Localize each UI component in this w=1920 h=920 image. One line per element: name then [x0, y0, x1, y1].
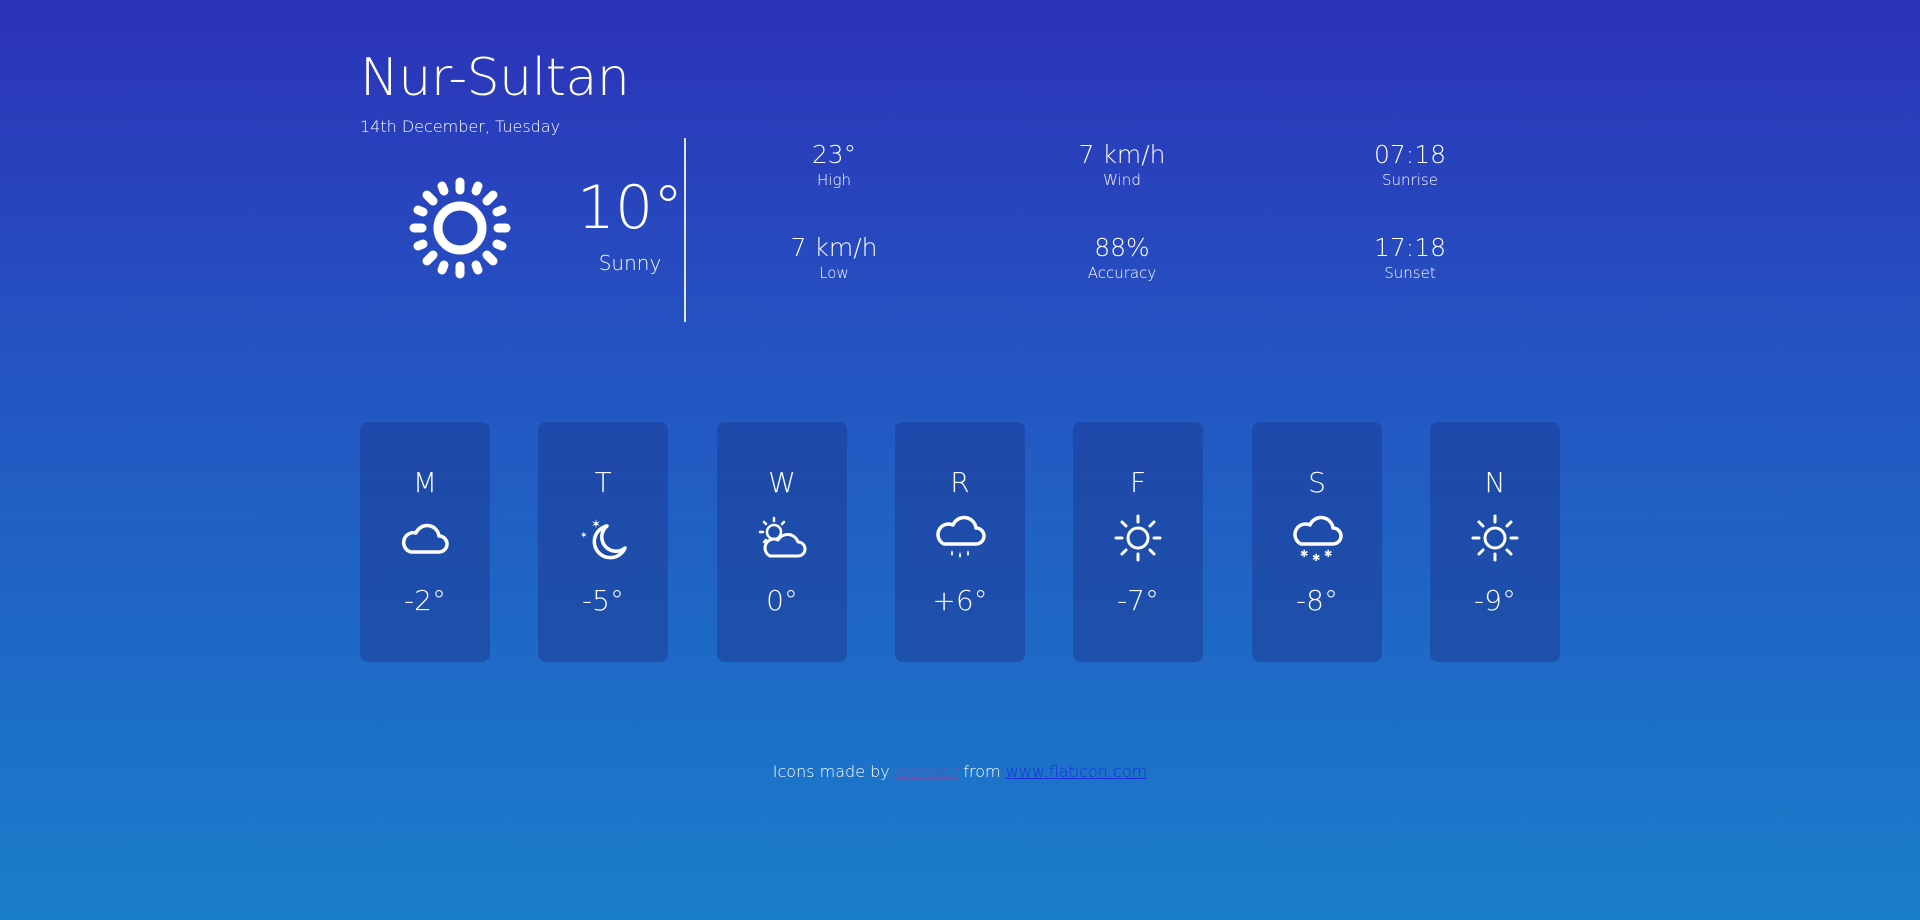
- stat-accuracy: 88% Accuracy: [1022, 233, 1222, 283]
- forecast-temp: +6°: [932, 584, 988, 617]
- footer-prefix: Icons made by: [772, 762, 890, 781]
- forecast-card-friday[interactable]: F -7°: [1073, 422, 1203, 662]
- forecast-card-wednesday[interactable]: W 0°: [717, 422, 847, 662]
- stat-low: 7 km/h Low: [734, 233, 934, 283]
- stat-wind: 7 km/h Wind: [1022, 140, 1222, 190]
- forecast-temp: -2°: [404, 584, 446, 617]
- forecast-card-thursday[interactable]: R +6°: [895, 422, 1025, 662]
- forecast-card-monday[interactable]: M -2°: [360, 422, 490, 662]
- stat-label: Sunrise: [1382, 171, 1438, 189]
- forecast-temp: -9°: [1474, 584, 1516, 617]
- svg-text:✱: ✱: [1312, 553, 1320, 564]
- stat-sunset: 17:18 Sunset: [1310, 233, 1510, 283]
- current-condition: Sunny: [598, 251, 662, 275]
- svg-text:✱: ✱: [1324, 549, 1332, 560]
- forecast-temp: -7°: [1117, 584, 1159, 617]
- forecast-day: W: [768, 466, 796, 499]
- forecast-day: R: [950, 466, 970, 499]
- forecast-day: T: [594, 466, 612, 499]
- forecast-temp: 0°: [766, 584, 798, 617]
- svg-text:✶: ✶: [580, 531, 588, 541]
- forecast-day: S: [1308, 466, 1326, 499]
- svg-text:✶: ✶: [591, 517, 601, 531]
- forecast-card-sunday[interactable]: N -9°: [1430, 422, 1560, 662]
- author-link[interactable]: iconixar: [895, 762, 958, 781]
- stat-label: Sunset: [1384, 264, 1436, 282]
- snow-cloud-icon: ✱ ✱ ✱: [1293, 515, 1343, 564]
- attribution-footer: Icons made by iconixar from www.flaticon…: [360, 762, 1560, 781]
- forecast-temp: -5°: [582, 584, 624, 617]
- partly-cloudy-icon: [758, 516, 807, 558]
- current-temperature: 10°: [576, 173, 684, 243]
- stat-sunrise: 07:18 Sunrise: [1310, 140, 1510, 190]
- divider: [684, 138, 686, 322]
- date-label: 14th December, Tuesday: [360, 117, 561, 136]
- forecast-card-saturday[interactable]: S ✱ ✱ ✱ -8°: [1252, 422, 1382, 662]
- forecast-day: F: [1129, 466, 1147, 499]
- stat-label: Wind: [1103, 171, 1141, 189]
- stat-label: Accuracy: [1087, 264, 1157, 282]
- forecast-day: M: [412, 466, 438, 499]
- forecast-day: N: [1484, 466, 1506, 499]
- cloud-icon: [401, 523, 449, 554]
- svg-text:✱: ✱: [1300, 549, 1308, 560]
- forecast-temp: -8°: [1296, 584, 1338, 617]
- sun-icon: [1471, 514, 1519, 562]
- sun-icon: [1114, 514, 1162, 562]
- sun-icon: [409, 177, 511, 279]
- moon-stars-icon: ✶ ✶: [580, 517, 627, 560]
- weather-app: Nur-Sultan 14th December, Tuesday 10° Su…: [360, 0, 1560, 920]
- stat-value: 88%: [1094, 233, 1150, 262]
- stat-high: 23° High: [734, 140, 934, 190]
- stat-value: 7 km/h: [1078, 140, 1166, 169]
- rain-cloud-icon: [936, 515, 986, 558]
- stat-value: 07:18: [1373, 140, 1447, 169]
- stat-label: Low: [819, 264, 849, 282]
- city-title: Nur-Sultan: [360, 48, 630, 108]
- footer-middle: from: [963, 762, 1001, 781]
- stat-value: 7 km/h: [790, 233, 878, 262]
- stat-value: 17:18: [1373, 233, 1447, 262]
- stat-value: 23°: [811, 140, 857, 169]
- flaticon-link[interactable]: www.flaticon.com: [1006, 762, 1147, 781]
- stat-label: High: [817, 171, 851, 189]
- forecast-card-tuesday[interactable]: T ✶ ✶ -5°: [538, 422, 668, 662]
